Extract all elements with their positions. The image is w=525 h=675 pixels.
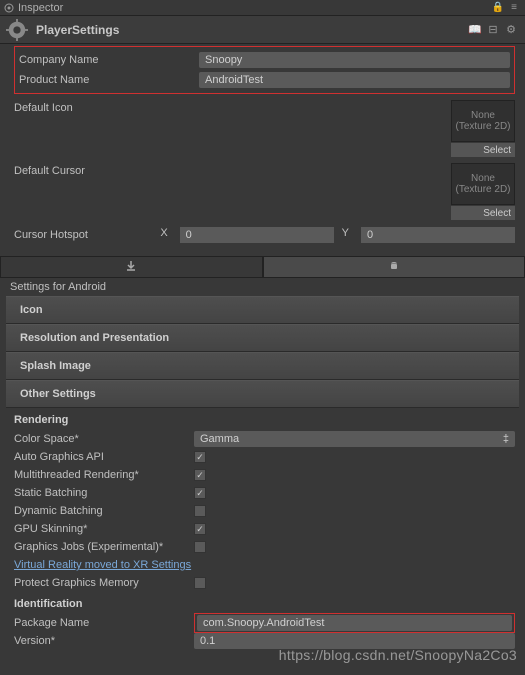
default-icon-label: Default Icon xyxy=(14,100,194,114)
platform-tabs xyxy=(0,256,525,278)
watermark-text: https://blog.csdn.net/SnoopyNa2Co3 xyxy=(279,647,517,663)
gear-icon xyxy=(6,19,28,41)
highlight-box-names: Company Name Product Name xyxy=(14,46,515,94)
settings-icon[interactable]: ⚙ xyxy=(503,22,519,38)
section-icon[interactable]: Icon xyxy=(6,296,519,324)
graphics-jobs-checkbox[interactable] xyxy=(194,541,206,553)
multithreaded-checkbox[interactable]: ✓ xyxy=(194,469,206,481)
package-name-input[interactable] xyxy=(197,615,512,631)
page-title: PlayerSettings xyxy=(36,23,467,37)
color-space-label: Color Space* xyxy=(14,433,194,445)
cursor-hotspot-label: Cursor Hotspot xyxy=(14,229,160,241)
preset-icon[interactable]: ⊟ xyxy=(485,22,501,38)
section-other[interactable]: Other Settings xyxy=(6,380,519,408)
dynamic-batching-label: Dynamic Batching xyxy=(14,505,194,517)
default-cursor-thumb[interactable]: None (Texture 2D) xyxy=(451,163,515,205)
multithreaded-label: Multithreaded Rendering* xyxy=(14,469,194,481)
company-name-input[interactable] xyxy=(199,52,510,68)
window-menu-icons: 🔒 ≡ xyxy=(491,1,521,15)
company-name-label: Company Name xyxy=(19,54,199,66)
identification-title: Identification xyxy=(0,592,525,612)
default-icon-thumb[interactable]: None (Texture 2D) xyxy=(451,100,515,142)
android-icon xyxy=(388,260,400,275)
inspector-icon xyxy=(4,3,14,13)
default-cursor-label: Default Cursor xyxy=(14,163,194,177)
protect-memory-label: Protect Graphics Memory xyxy=(14,577,194,589)
default-cursor-select-button[interactable]: Select xyxy=(451,206,515,220)
download-icon xyxy=(125,260,137,275)
color-space-value: Gamma xyxy=(200,433,239,445)
version-label: Version* xyxy=(14,635,194,647)
auto-graphics-checkbox[interactable]: ✓ xyxy=(194,451,206,463)
window-tab-bar: Inspector 🔒 ≡ xyxy=(0,0,525,16)
default-icon-select-button[interactable]: Select xyxy=(451,143,515,157)
static-batching-checkbox[interactable]: ✓ xyxy=(194,487,206,499)
package-name-label: Package Name xyxy=(14,617,194,629)
hotspot-y-input[interactable] xyxy=(361,227,515,243)
hotspot-y-label: Y xyxy=(342,227,349,243)
tab-android[interactable] xyxy=(263,256,525,278)
highlight-box-package xyxy=(194,613,515,633)
auto-graphics-label: Auto Graphics API xyxy=(14,451,194,463)
product-name-input[interactable] xyxy=(199,72,510,88)
window-tab-title[interactable]: Inspector xyxy=(18,2,63,14)
lock-icon[interactable]: 🔒 xyxy=(491,1,505,15)
graphics-jobs-label: Graphics Jobs (Experimental)* xyxy=(14,541,194,553)
section-resolution[interactable]: Resolution and Presentation xyxy=(6,324,519,352)
product-name-label: Product Name xyxy=(19,74,199,86)
player-settings-header: PlayerSettings 📖 ⊟ ⚙ xyxy=(0,16,525,44)
vr-xr-link[interactable]: Virtual Reality moved to XR Settings xyxy=(14,559,191,571)
help-icon[interactable]: 📖 xyxy=(467,22,483,38)
color-space-dropdown[interactable]: Gamma ‡ xyxy=(194,431,515,447)
hotspot-x-label: X xyxy=(160,227,167,243)
rendering-title: Rendering xyxy=(0,408,525,428)
gpu-skinning-checkbox[interactable]: ✓ xyxy=(194,523,206,535)
dynamic-batching-checkbox[interactable] xyxy=(194,505,206,517)
gpu-skinning-label: GPU Skinning* xyxy=(14,523,194,535)
section-splash[interactable]: Splash Image xyxy=(6,352,519,380)
settings-for-label: Settings for Android xyxy=(0,278,525,296)
hotspot-x-input[interactable] xyxy=(180,227,334,243)
menu-icon[interactable]: ≡ xyxy=(507,1,521,15)
static-batching-label: Static Batching xyxy=(14,487,194,499)
tab-standalone[interactable] xyxy=(0,256,263,278)
chevron-updown-icon: ‡ xyxy=(503,433,509,445)
protect-memory-checkbox[interactable] xyxy=(194,577,206,589)
